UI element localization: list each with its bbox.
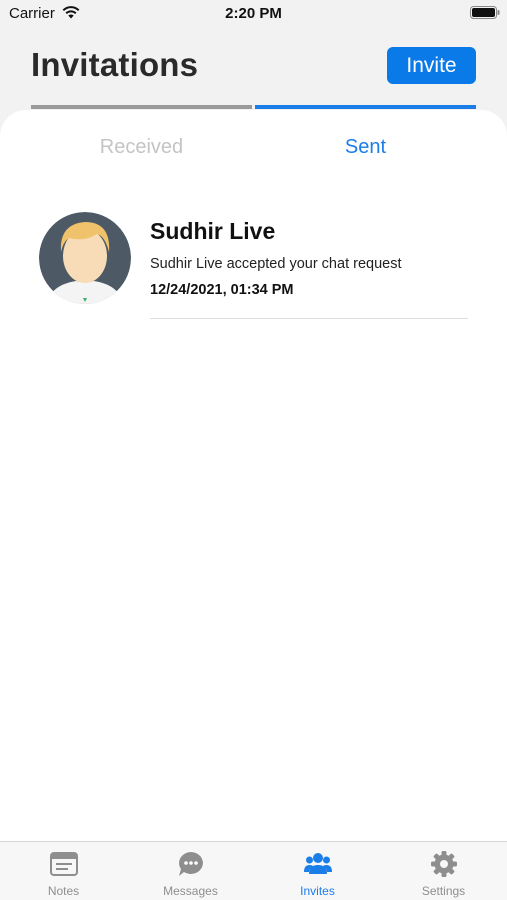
tab-bar: Notes Messages Invites Settings — [0, 841, 507, 900]
tab-received[interactable]: Received — [31, 136, 252, 159]
gear-icon — [430, 851, 457, 877]
tabbar-label-messages: Messages — [163, 884, 218, 898]
row-divider — [150, 318, 468, 319]
status-bar: Carrier 2:20 PM — [0, 0, 507, 30]
contact-name: Sudhir Live — [150, 218, 276, 244]
invite-button[interactable]: Invite — [387, 47, 476, 84]
tabbar-item-messages[interactable]: Messages — [127, 842, 254, 900]
messages-icon — [178, 852, 203, 876]
battery-icon — [470, 6, 500, 19]
tabbar-item-notes[interactable]: Notes — [0, 842, 127, 900]
invites-icon — [303, 853, 332, 874]
tabbar-label-settings: Settings — [421, 884, 466, 898]
tabbar-item-invites[interactable]: Invites — [254, 842, 381, 900]
tab-indicator-sent — [255, 105, 476, 109]
tab-indicator-received — [31, 105, 252, 109]
page-title: Invitations — [31, 46, 199, 83]
invite-date: 12/24/2021, 01:34 PM — [150, 282, 294, 298]
tabbar-label-notes: Notes — [47, 884, 80, 898]
status-time: 2:20 PM — [225, 5, 282, 22]
invite-message: Sudhir Live accepted your chat request — [150, 256, 402, 272]
tab-sent[interactable]: Sent — [255, 136, 476, 159]
tabbar-label-invites: Invites — [300, 884, 335, 898]
user-avatar-icon — [39, 212, 131, 304]
notes-icon — [49, 852, 78, 876]
tabbar-item-settings[interactable]: Settings — [380, 842, 507, 900]
